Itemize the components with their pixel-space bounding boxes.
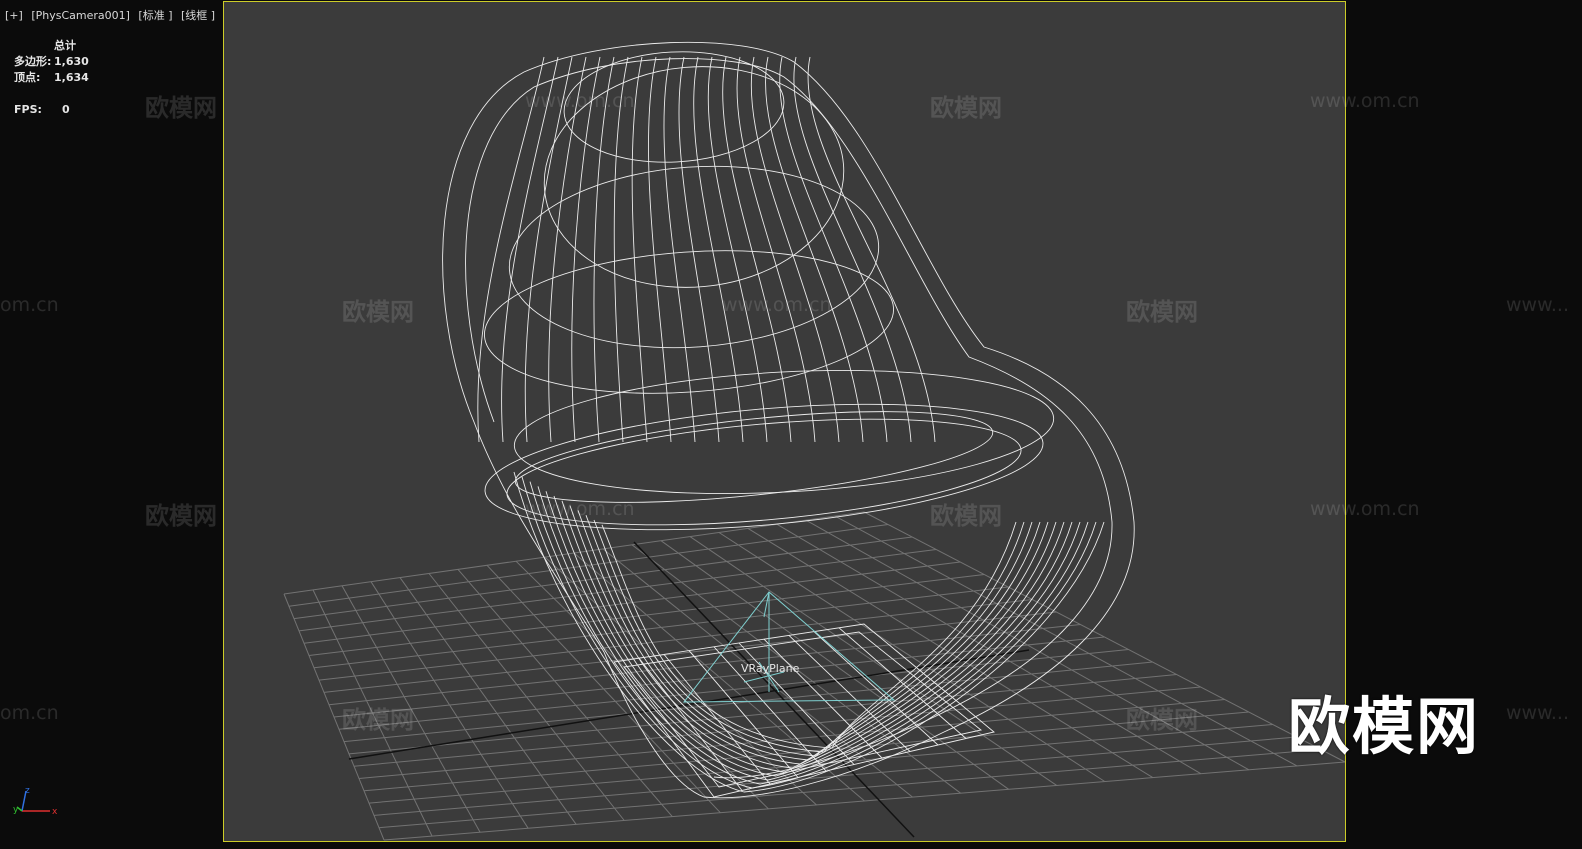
chair-wireframe	[442, 41, 1135, 799]
watermark-url: www.om.cn	[1310, 498, 1420, 520]
chair-wire-rib	[807, 56, 936, 443]
vrayplane-label: VRayPlane	[741, 662, 800, 675]
chair-wire-rib	[779, 56, 888, 443]
stats-header: 总计	[54, 39, 76, 52]
watermark-url: om.cn	[0, 294, 59, 316]
chair-wire-rib	[548, 56, 587, 443]
fps-label: FPS:	[14, 103, 42, 116]
chair-wire-rib	[631, 56, 648, 443]
watermark-url: www.om.cn	[1310, 90, 1420, 112]
watermark-brand: 欧模网	[930, 94, 1002, 122]
watermark-brand: 欧模网	[145, 502, 217, 530]
chair-wire-rib	[765, 56, 864, 443]
viewport-display-mode-menu[interactable]: [线框 ]	[181, 9, 215, 22]
watermark-url: om.cn	[0, 702, 59, 724]
polygons-value: 1,630	[54, 55, 89, 68]
chair-wire-rib	[750, 56, 840, 443]
fps-value: 0	[62, 103, 70, 116]
axis-tripod: x z y	[13, 786, 58, 817]
chair-wire-rib	[593, 56, 615, 443]
vertices-label: 顶点:	[14, 71, 41, 84]
watermark-brand: 欧模网	[1126, 706, 1198, 734]
brand-logo-watermark: 欧模网	[1288, 690, 1481, 763]
watermark-brand: 欧模网	[1126, 298, 1198, 326]
home-grid	[283, 511, 1345, 841]
viewport-label: [+] [PhysCamera001] [标准 ] [线框 ]	[5, 7, 220, 23]
chair-wire-rib	[477, 56, 545, 443]
axis-z-label: z	[25, 786, 30, 796]
chair-wire-rib	[693, 56, 744, 443]
watermark-brand: 欧模网	[342, 298, 414, 326]
polygons-label: 多边形:	[14, 55, 52, 68]
chair-wire-loop	[585, 515, 1033, 757]
chair-base-edge	[838, 627, 967, 739]
watermark-url: www.om.cn	[525, 90, 635, 112]
chair-wire-rib	[736, 56, 816, 443]
chair-shell-outline	[442, 41, 1135, 799]
chair-wire-ring	[513, 369, 1055, 495]
axis-y-label: y	[13, 805, 19, 815]
chair-wire-rib	[663, 56, 696, 443]
grid-axes	[348, 541, 1030, 838]
watermark-url: www.om.cn	[525, 498, 635, 520]
chair-wire-rib	[678, 56, 720, 443]
watermark-brand: 欧模网	[145, 94, 217, 122]
vertices-value: 1,634	[54, 71, 89, 84]
watermark-url: www.om.cn	[722, 294, 832, 316]
viewport-menu-plus[interactable]: [+]	[5, 9, 23, 22]
watermark-url: www...	[1506, 702, 1569, 724]
chair-wire-rib	[613, 56, 629, 443]
viewport-shading-menu[interactable]: [标准 ]	[138, 9, 172, 22]
watermark-brand: 欧模网	[342, 706, 414, 734]
statistics-panel: 总计 多边形: 1,630 顶点: 1,634 FPS: 0	[14, 38, 89, 118]
watermark-brand: 欧模网	[930, 502, 1002, 530]
axis-x-label: x	[52, 807, 58, 817]
chair-wire-rib	[793, 56, 912, 443]
viewport-camera-menu[interactable]: [PhysCamera001]	[31, 9, 130, 22]
watermark-url: www...	[1506, 294, 1569, 316]
